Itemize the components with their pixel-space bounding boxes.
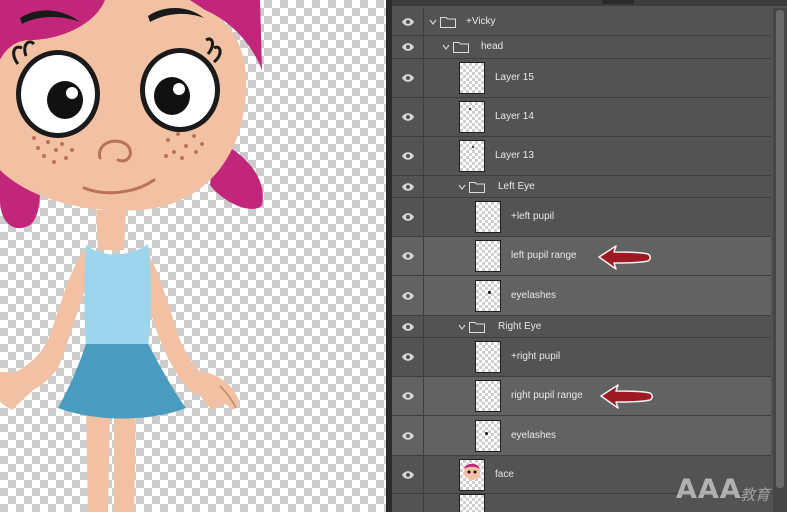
layer-thumbnail [459,140,485,172]
layer-thumbnail [475,279,501,312]
panel-tab[interactable] [602,0,634,4]
chevron-down-icon[interactable] [429,18,437,26]
visibility-toggle[interactable] [392,237,424,275]
watermark-subtext: 教育 [740,486,771,504]
layer-name: +left pupil [511,211,555,222]
layer-name: Layer 14 [495,111,534,122]
visibility-toggle[interactable] [392,98,424,136]
visibility-toggle[interactable] [392,316,424,337]
layer-row-head-group[interactable]: head [392,36,771,59]
layer-row-layer-13[interactable]: Layer 13 [392,137,771,176]
layer-name: head [481,41,504,52]
layer-thumbnail [459,62,485,94]
layer-name: Layer 13 [495,150,534,161]
visibility-toggle[interactable] [392,416,424,455]
layer-thumbnail [459,494,485,512]
layer-row-vicky-group[interactable]: +Vicky [392,8,771,36]
eye-icon [402,43,414,51]
layer-row-right-eye-group[interactable]: Right Eye [392,316,771,338]
visibility-toggle[interactable] [392,377,424,415]
eye-icon [402,322,414,331]
layer-row-layer-14[interactable]: Layer 14 [392,98,771,137]
visibility-toggle[interactable] [392,276,424,315]
scrollbar-thumb[interactable] [776,10,784,488]
layer-row-left-pupil-range[interactable]: left pupil range [392,237,771,276]
layer-row-right-pupil[interactable]: +right pupil [392,338,771,377]
visibility-toggle[interactable] [392,198,424,236]
folder-icon [440,16,456,28]
layers-panel: +Vicky head Layer 15 Layer 14 Layer 13 L… [392,0,787,512]
layer-row-layer-15[interactable]: Layer 15 [392,59,771,98]
eye-icon [402,74,414,82]
red-arrow-icon [598,245,651,270]
visibility-toggle[interactable] [392,456,424,493]
layer-thumbnail [459,101,485,133]
folder-icon [453,42,469,53]
layer-name: right pupil range [511,390,583,401]
eye-icon [402,470,414,479]
layer-thumbnail [475,380,501,412]
visibility-toggle[interactable] [392,8,424,35]
visibility-toggle[interactable] [392,59,424,97]
layer-name: eyelashes [511,429,557,441]
layer-row-right-eyelashes[interactable]: eyelashes [392,416,771,456]
eye-icon [402,152,414,160]
red-arrow-icon [600,384,653,409]
eye-icon [402,17,414,26]
layer-thumbnail [475,419,501,452]
chevron-down-icon[interactable] [442,43,450,51]
face-thumbnail-icon [464,463,480,480]
visibility-toggle[interactable] [392,338,424,376]
panel-header [392,0,787,6]
chevron-down-icon[interactable] [458,183,466,191]
layer-name: eyelashes [511,289,557,301]
folder-icon [469,181,485,193]
eye-icon [402,392,414,400]
layer-name: left pupil range [511,250,577,261]
visibility-toggle[interactable] [392,494,424,512]
layer-row-left-eye-group[interactable]: Left Eye [392,176,771,198]
eye-icon [402,353,414,361]
visibility-toggle[interactable] [392,137,424,175]
visibility-toggle[interactable] [392,176,424,197]
layer-thumbnail [475,341,501,373]
document-canvas[interactable] [0,0,386,512]
layer-row-left-eyelashes[interactable]: eyelashes [392,276,771,316]
layer-thumbnail [475,201,501,233]
visibility-toggle[interactable] [392,36,424,58]
eye-icon [402,113,414,121]
layers-scrollbar[interactable] [773,8,787,512]
layer-name: Left Eye [498,180,535,192]
layer-name: Layer 15 [495,72,534,83]
character-illustration [0,0,263,512]
layer-row-left-pupil[interactable]: +left pupil [392,198,771,237]
eye-icon [402,213,414,221]
layer-name: Right Eye [498,320,542,332]
layer-row-right-pupil-range[interactable]: right pupil range [392,377,771,416]
layer-name: +Vicky [466,15,496,27]
eye-icon [402,252,414,260]
chevron-down-icon[interactable] [458,323,466,331]
eye-icon [402,182,414,191]
layer-name: +right pupil [511,351,561,362]
eye-icon [402,431,414,440]
layer-name: face [495,468,514,480]
watermark-logo: AAA [676,474,742,505]
layer-thumbnail [459,458,485,491]
layer-thumbnail [475,240,501,272]
folder-icon [469,321,485,333]
eye-icon [402,291,414,300]
